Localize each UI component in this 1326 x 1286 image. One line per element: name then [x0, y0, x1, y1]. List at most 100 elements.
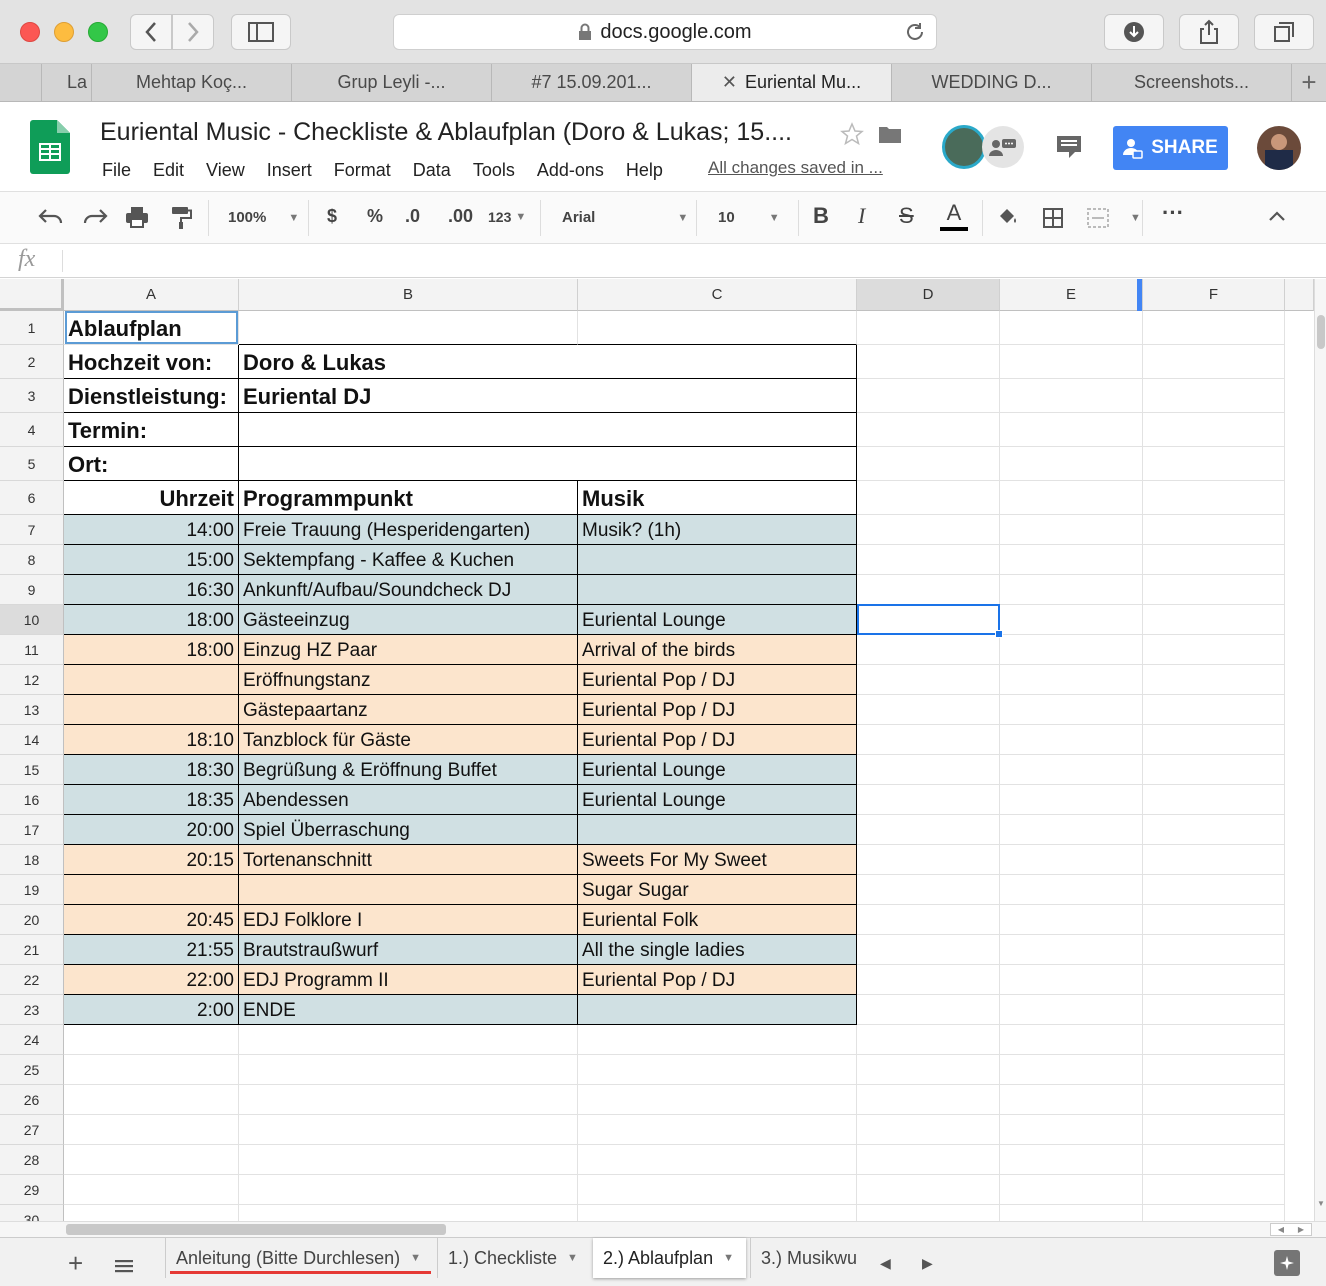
cell-f2[interactable]	[1143, 345, 1285, 379]
redo-icon[interactable]	[82, 208, 108, 226]
scroll-right-arrow-icon[interactable]: ▶	[1298, 1225, 1304, 1234]
cell-c9[interactable]	[578, 575, 857, 605]
cell-a15[interactable]: 18:30	[64, 755, 239, 785]
cell-d26[interactable]	[857, 1085, 1000, 1115]
new-tab-button[interactable]: +	[1292, 64, 1326, 101]
row-header-10[interactable]: 10	[0, 605, 64, 635]
row-header-11[interactable]: 11	[0, 635, 64, 665]
cell-b20[interactable]: EDJ Folklore I	[239, 905, 578, 935]
cell-a17[interactable]: 20:00	[64, 815, 239, 845]
cell-d16[interactable]	[857, 785, 1000, 815]
document-title[interactable]: Euriental Music - Checkliste & Ablaufpla…	[100, 118, 792, 147]
cell-f3[interactable]	[1143, 379, 1285, 413]
paint-format-icon[interactable]	[170, 206, 192, 230]
user-avatar[interactable]	[1257, 126, 1301, 170]
cell-b16[interactable]: Abendessen	[239, 785, 578, 815]
row-header-29[interactable]: 29	[0, 1175, 64, 1205]
cell-b12[interactable]: Eröffnungstanz	[239, 665, 578, 695]
cell-d30[interactable]	[857, 1205, 1000, 1221]
cell-c19[interactable]: Sugar Sugar	[578, 875, 857, 905]
cell-d24[interactable]	[857, 1025, 1000, 1055]
cell-c8[interactable]	[578, 545, 857, 575]
cell-b17[interactable]: Spiel Überraschung	[239, 815, 578, 845]
cell-c30[interactable]	[578, 1205, 857, 1221]
minimize-window-button[interactable]	[54, 22, 74, 42]
cell-d17[interactable]	[857, 815, 1000, 845]
cell-c17[interactable]	[578, 815, 857, 845]
cell-d25[interactable]	[857, 1055, 1000, 1085]
spreadsheet-grid[interactable]: A B C D E F 1 2 3 4 5 6 7 8 9 10 11 12 13 14 15 16 17 18 19 20 21 2…	[0, 279, 1314, 1221]
strikethrough-button[interactable]: S	[899, 203, 914, 229]
chevron-down-icon[interactable]: ▼	[723, 1252, 734, 1264]
font-family-select[interactable]: Arial ▼	[562, 209, 688, 226]
menu-view[interactable]: View	[206, 160, 245, 181]
row-header-4[interactable]: 4	[0, 413, 64, 447]
tabs-overview-button[interactable]	[1254, 14, 1314, 50]
column-header-f[interactable]: F	[1143, 279, 1285, 311]
cell-b1[interactable]	[239, 311, 578, 345]
cell-a19[interactable]	[64, 875, 239, 905]
cell-e16[interactable]	[1000, 785, 1143, 815]
fill-color-icon[interactable]	[996, 206, 1020, 228]
collapse-icon[interactable]	[1268, 210, 1286, 222]
cell-d9[interactable]	[857, 575, 1000, 605]
cell-c23[interactable]	[578, 995, 857, 1025]
cell-e3[interactable]	[1000, 379, 1143, 413]
formula-bar[interactable]: fx	[0, 244, 1326, 278]
cell-a13[interactable]	[64, 695, 239, 725]
horizontal-scrollbar[interactable]: ◀ ▶	[0, 1221, 1326, 1237]
row-header-9[interactable]: 9	[0, 575, 64, 605]
folder-icon[interactable]	[878, 124, 902, 144]
font-size-select[interactable]: 10 ▼	[718, 209, 780, 226]
cell-d18[interactable]	[857, 845, 1000, 875]
sheets-logo-icon[interactable]	[30, 120, 70, 174]
row-header-3[interactable]: 3	[0, 379, 64, 413]
cell-c25[interactable]	[578, 1055, 857, 1085]
scroll-arrows[interactable]: ◀ ▶	[1270, 1223, 1312, 1236]
cell-a26[interactable]	[64, 1085, 239, 1115]
chevron-down-icon[interactable]: ▼	[1130, 212, 1141, 224]
cell-e9[interactable]	[1000, 575, 1143, 605]
cell-e4[interactable]	[1000, 413, 1143, 447]
cell-c14[interactable]: Euriental Pop / DJ	[578, 725, 857, 755]
cell-d4[interactable]	[857, 413, 1000, 447]
cell-d14[interactable]	[857, 725, 1000, 755]
cell-c6[interactable]: Musik	[578, 481, 857, 515]
menu-data[interactable]: Data	[413, 160, 451, 181]
cell-b11[interactable]: Einzug HZ Paar	[239, 635, 578, 665]
cell-d3[interactable]	[857, 379, 1000, 413]
cell-a18[interactable]: 20:15	[64, 845, 239, 875]
cell-e13[interactable]	[1000, 695, 1143, 725]
cell-c18[interactable]: Sweets For My Sweet	[578, 845, 857, 875]
cell-f27[interactable]	[1143, 1115, 1285, 1145]
cell-d15[interactable]	[857, 755, 1000, 785]
star-icon[interactable]	[840, 122, 864, 146]
cell-a6[interactable]: Uhrzeit	[64, 481, 239, 515]
cell-d22[interactable]	[857, 965, 1000, 995]
cell-c12[interactable]: Euriental Pop / DJ	[578, 665, 857, 695]
cell-d1[interactable]	[857, 311, 1000, 345]
cell-e7[interactable]	[1000, 515, 1143, 545]
collaborator-chat-button[interactable]	[982, 126, 1024, 168]
cell-b14[interactable]: Tanzblock für Gäste	[239, 725, 578, 755]
cell-b24[interactable]	[239, 1025, 578, 1055]
cell-f22[interactable]	[1143, 965, 1285, 995]
cell-a14[interactable]: 18:10	[64, 725, 239, 755]
cell-f25[interactable]	[1143, 1055, 1285, 1085]
cell-f16[interactable]	[1143, 785, 1285, 815]
cell-f9[interactable]	[1143, 575, 1285, 605]
cell-e17[interactable]	[1000, 815, 1143, 845]
cell-b8[interactable]: Sektempfang - Kaffee & Kuchen	[239, 545, 578, 575]
browser-tab-4[interactable]: #7 15.09.201...	[492, 64, 692, 101]
selected-cell-d10[interactable]	[857, 604, 1000, 635]
row-header-27[interactable]: 27	[0, 1115, 64, 1145]
row-header-6[interactable]: 6	[0, 481, 64, 515]
cell-b9[interactable]: Ankunft/Aufbau/Soundcheck DJ	[239, 575, 578, 605]
cell-f6[interactable]	[1143, 481, 1285, 515]
cell-c11[interactable]: Arrival of the birds	[578, 635, 857, 665]
cell-b18[interactable]: Tortenanschnitt	[239, 845, 578, 875]
print-icon[interactable]	[125, 206, 149, 228]
cell-e2[interactable]	[1000, 345, 1143, 379]
cell-c15[interactable]: Euriental Lounge	[578, 755, 857, 785]
cell-d6[interactable]	[857, 481, 1000, 515]
